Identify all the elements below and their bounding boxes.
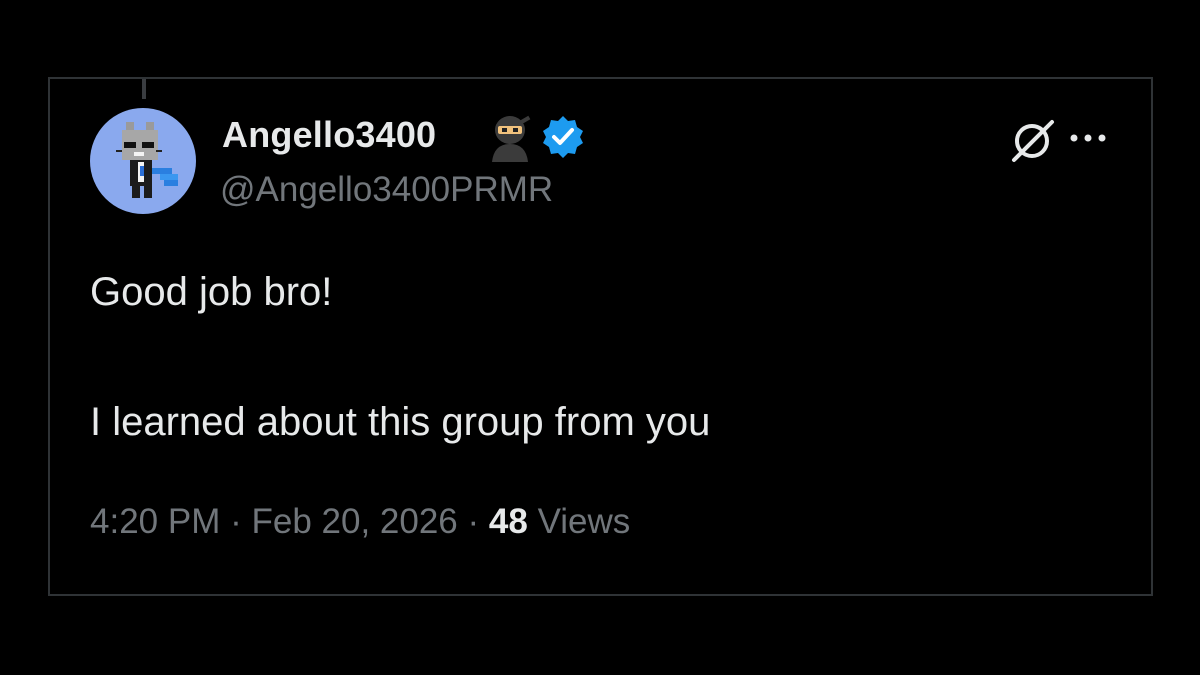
pixel-cat-avatar-icon	[116, 122, 178, 198]
thread-line	[142, 79, 146, 99]
views-count[interactable]: 48	[489, 502, 528, 541]
tweet-meta: 4:20 PM · Feb 20, 2026 · 48 Views	[90, 502, 630, 542]
ninja-emoji-icon	[484, 114, 536, 162]
grok-icon[interactable]	[1008, 116, 1060, 166]
tweet-text-line: Good job bro!	[90, 270, 333, 314]
verified-badge-icon	[540, 114, 586, 160]
display-name[interactable]: Angello3400	[222, 114, 436, 156]
views-label: Views	[537, 502, 631, 541]
tweet-text-line: I learned about this group from you	[90, 400, 711, 444]
handle[interactable]: @Angello3400PRMR	[220, 170, 553, 210]
more-icon[interactable]	[1064, 128, 1112, 148]
separator: ·	[467, 502, 480, 541]
tweet-time[interactable]: 4:20 PM	[90, 502, 220, 541]
avatar[interactable]	[90, 108, 196, 214]
canvas: Angello3400 @Angello3400PRMR Good job br…	[0, 0, 1200, 675]
tweet-text: Good job bro! I learned about this group…	[90, 266, 1110, 448]
tweet-date[interactable]: Feb 20, 2026	[251, 502, 457, 541]
separator: ·	[230, 502, 242, 541]
